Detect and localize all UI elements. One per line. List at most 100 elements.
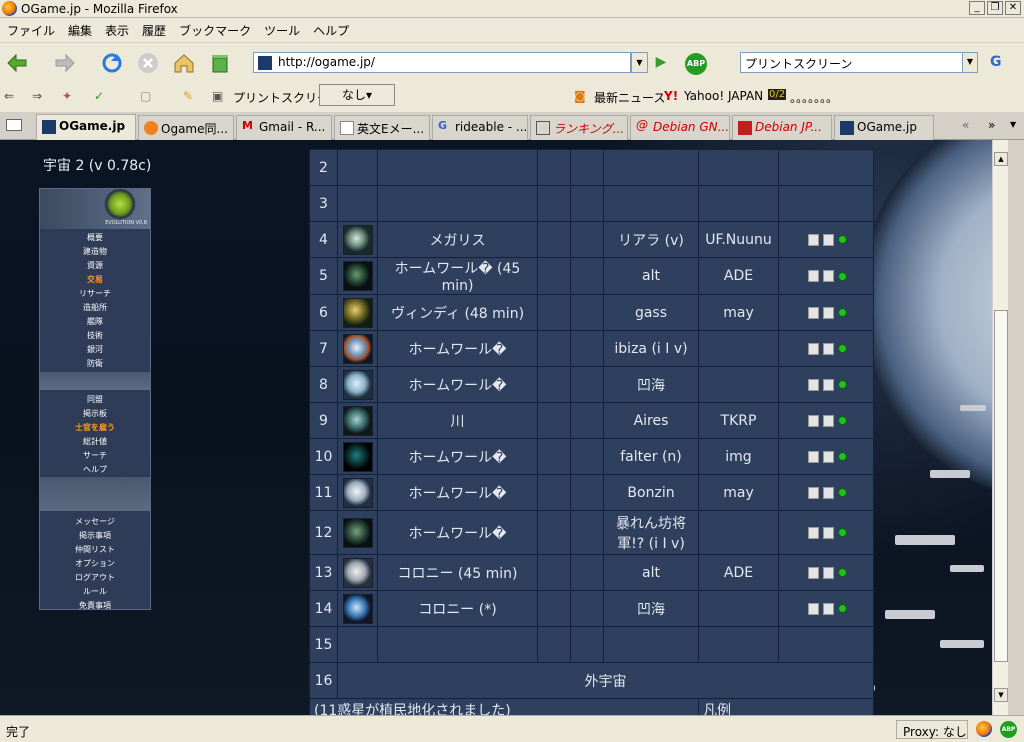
menu-defense[interactable]: 防衛 [40,358,150,369]
player-cell[interactable]: Aires [603,402,699,439]
planet-image[interactable] [342,517,373,548]
planet-image-cell[interactable] [337,554,378,591]
message-icon[interactable] [822,450,834,463]
menu-rules[interactable]: ルール [40,586,150,597]
planet-name-cell[interactable]: コロニー (*) [377,590,538,627]
legend-link[interactable]: 凡例 [698,698,874,715]
bookmark-star-icon[interactable]: ✦ [62,89,72,103]
planet-name-cell[interactable]: ホームワール� [377,366,538,403]
alliance-cell[interactable]: TKRP [698,402,779,439]
scroll-up-button[interactable]: ▲ [994,152,1008,166]
espionage-icon[interactable] [807,378,819,391]
planet-image[interactable] [342,369,373,400]
message-icon[interactable] [822,526,834,539]
planet-image-cell[interactable] [337,590,378,627]
adblock-status-icon[interactable]: ABP [1000,721,1017,738]
menu-options[interactable]: オプション [40,558,150,569]
menu-galaxy[interactable]: 銀河 [40,344,150,355]
adblock-plus-icon[interactable]: ABP [685,53,707,75]
alliance-cell[interactable]: img [698,438,779,475]
recycle-icon[interactable] [208,51,232,75]
menu-search[interactable]: サーチ [40,450,150,461]
planet-name-cell[interactable]: コロニー (45 min) [377,554,538,591]
menu-officers[interactable]: 士官を雇う [40,422,150,433]
tab-ogame-active[interactable]: OGame.jp [36,114,136,141]
menu-statistics[interactable]: 総計値 [40,436,150,447]
planet-name-cell[interactable]: ホームワール� [377,474,538,511]
undo-icon[interactable]: ⇐ [4,89,14,103]
back-arrow-icon[interactable] [6,51,30,75]
firefox-status-icon[interactable] [976,721,992,737]
espionage-icon[interactable] [807,414,819,427]
player-cell[interactable]: リアラ (v) [603,221,699,258]
planet-image-cell[interactable] [337,402,378,439]
planet-image[interactable] [342,405,373,436]
menu-help[interactable]: ヘルプ [40,464,150,475]
planet-image[interactable] [342,224,373,255]
planet-name-cell[interactable]: メガリス [377,221,538,258]
redo-icon[interactable]: ⇒ [32,89,42,103]
planet-image[interactable] [342,333,373,364]
menu-disclaimer[interactable]: 免責事項 [40,600,150,611]
planet-name-cell[interactable]: 川 [377,402,538,439]
menu-buddy-list[interactable]: 仲間リスト [40,544,150,555]
message-icon[interactable] [822,414,834,427]
vertical-scrollbar[interactable]: ▲ ▼ [992,140,1008,715]
yahoo-bookmark[interactable]: Yahoo! JAPAN [684,89,763,103]
menu-messages[interactable]: メッセージ [40,516,150,527]
reload-icon[interactable] [100,51,124,75]
menu-help[interactable]: ヘルプ [306,18,355,39]
dots-bookmark[interactable]: 。。。。。。。 [790,89,838,106]
menu-alliance[interactable]: 同盟 [40,394,150,405]
scroll-thumb[interactable] [994,310,1008,662]
tab-gmail[interactable]: M Gmail - R... [236,115,332,140]
minimize-button[interactable]: _ [969,1,985,15]
message-icon[interactable] [822,378,834,391]
menu-technology[interactable]: 技術 [40,330,150,341]
tab-list-icon[interactable] [6,119,22,131]
menu-buildings[interactable]: 建造物 [40,246,150,257]
message-icon[interactable] [822,602,834,615]
menu-shipyard[interactable]: 造船所 [40,302,150,313]
search-input[interactable]: プリントスクリーン [740,52,978,73]
espionage-icon[interactable] [807,566,819,579]
planet-image[interactable] [342,261,373,291]
espionage-icon[interactable] [807,306,819,319]
planet-image-cell[interactable] [337,330,378,367]
planet-name-cell[interactable]: ホームワール� [377,330,538,367]
clipboard-icon[interactable]: ▢ [140,89,151,103]
forward-arrow-icon[interactable] [52,51,76,75]
stop-icon[interactable] [136,51,160,75]
menu-resources[interactable]: 資源 [40,260,150,271]
tab-rideable[interactable]: Grideable - ... [432,115,528,140]
highlighter-icon[interactable]: ✎ [183,89,193,103]
url-field[interactable]: http://ogame.jp/ [253,52,631,73]
menu-trade[interactable]: 交易 [40,274,150,285]
menu-fleet[interactable]: 艦隊 [40,316,150,327]
spellcheck-icon[interactable]: ✓ [94,89,104,103]
alliance-cell[interactable]: ADE [698,554,779,591]
proxy-status[interactable]: Proxy: なし [896,720,968,739]
tab-debian-gnu[interactable]: @ Debian GN... [630,115,730,140]
alliance-cell[interactable]: may [698,474,779,511]
espionage-icon[interactable] [807,526,819,539]
message-icon[interactable] [822,342,834,355]
menu-notices[interactable]: 掲示事項 [40,530,150,541]
espionage-icon[interactable] [807,450,819,463]
planet-image-cell[interactable] [337,510,378,555]
tab-scroll-left[interactable]: « [962,118,969,132]
tab-debian-jp[interactable]: Debian JP... [732,115,832,140]
menu-file[interactable]: ファイル [0,18,61,39]
player-cell[interactable]: gass [603,294,699,331]
planet-name-cell[interactable]: ホームワール� [377,438,538,475]
player-cell[interactable]: ibiza (i I v) [603,330,699,367]
alliance-cell[interactable]: may [698,294,779,331]
espionage-icon[interactable] [807,486,819,499]
close-button[interactable]: ✕ [1005,1,1021,15]
menu-overview[interactable]: 概要 [40,232,150,243]
espionage-icon[interactable] [807,233,819,246]
menu-view[interactable]: 表示 [98,18,135,39]
planet-image-cell[interactable] [337,221,378,258]
menu-board[interactable]: 掲示板 [40,408,150,419]
planet-name-cell[interactable]: ホームワール� [377,510,538,555]
